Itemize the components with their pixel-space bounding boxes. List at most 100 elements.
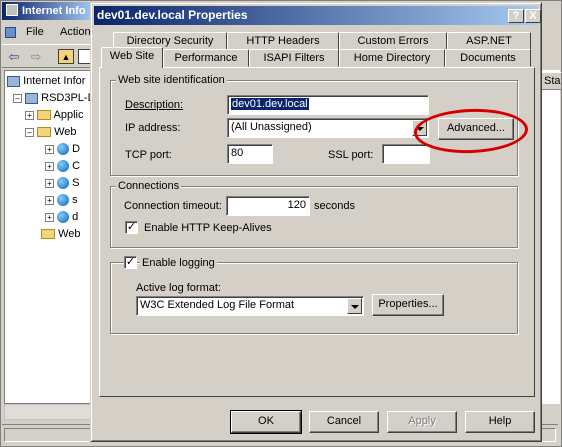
chevron-down-icon[interactable] [412,120,427,136]
menu-file-icon [5,27,16,38]
log-properties-button[interactable]: Properties... [372,294,444,316]
globe-icon [57,143,70,156]
log-format-select[interactable]: W3C Extended Log File Format [136,296,364,316]
log-format-value: W3C Extended Log File Format [140,299,295,311]
description-field[interactable]: dev01.dev.local [227,95,429,115]
apply-label: Apply [408,415,436,427]
tab-documents[interactable]: Documents [445,49,531,67]
menu-action[interactable]: Action [60,26,91,38]
tree-item-label: Applic [53,109,84,121]
tab-performance[interactable]: Performance [163,49,249,67]
menu-file[interactable]: File [26,26,44,38]
tree-item-web-ext[interactable]: Web [41,226,80,242]
help-title-button[interactable]: ? [508,9,524,23]
folder-icon [41,229,55,240]
up-folder-icon[interactable]: ▲ [58,49,74,64]
tree-item-label: C [72,160,81,172]
description-label-text: Description: [125,99,184,111]
ssl-port-field[interactable] [382,144,430,164]
server-icon [25,92,39,104]
description-value: dev01.dev.local [231,98,309,110]
expand-icon[interactable]: + [45,144,54,154]
advanced-button[interactable]: Advanced... [438,118,514,140]
tab-label: Performance [174,52,238,64]
chevron-down-icon[interactable] [347,298,362,314]
connection-timeout-field[interactable]: 120 [226,196,310,216]
expand-icon[interactable]: + [45,161,54,171]
tab-isapi-filters[interactable]: ISAPI Filters [249,49,339,67]
forward-arrow-icon[interactable]: ⇨ [28,49,44,64]
properties-dialog: dev01.dev.local Properties ? X Directory… [90,2,542,442]
iis-tree-view: Internet Infor – RSD3PL-D + Applic – Web… [4,70,92,404]
tab-label: Documents [460,52,516,64]
tcp-port-label: TCP port: [125,149,172,161]
iis-manager-title: Internet Info [22,5,86,17]
dialog-title: dev01.dev.local Properties [97,8,248,22]
iis-menubar: File Action [2,22,92,42]
globe-icon [57,211,70,224]
tree-item-label: D [72,143,81,155]
tree-item-site-dev01[interactable]: + d [45,209,78,225]
back-arrow-icon[interactable]: ⇦ [6,49,22,64]
help-button[interactable]: Help [465,411,535,433]
expand-icon[interactable]: + [45,195,54,205]
globe-icon [57,160,70,173]
tab-web-site[interactable]: Web Site [101,47,163,68]
tab-http-headers[interactable]: HTTP Headers [227,32,339,50]
globe-icon [57,194,70,207]
tab-custom-errors[interactable]: Custom Errors [339,32,447,50]
collapse-icon[interactable]: – [25,127,34,137]
enable-logging-label: Enable logging [140,257,217,269]
tab-label: Custom Errors [357,35,429,47]
connections-group-label: Connections [116,180,182,192]
tab-home-directory[interactable]: Home Directory [339,49,445,67]
cancel-button[interactable]: Cancel [309,411,379,433]
folder-open-icon [37,127,52,138]
dialog-titlebar: dev01.dev.local Properties ? X [94,6,541,25]
tree-item-label: Internet Infor [23,75,86,87]
tree-item-label: S [72,177,80,189]
expand-icon[interactable]: + [45,178,54,188]
tab-asp-net[interactable]: ASP.NET [447,32,531,50]
tab-label: ISAPI Filters [263,52,325,64]
description-label: Description: [125,99,183,111]
ip-address-value: (All Unassigned) [231,121,312,133]
ip-address-label: IP address: [125,122,181,134]
expand-icon[interactable]: + [45,212,54,222]
connections-group [110,186,518,248]
keepalive-label: Enable HTTP Keep-Alives [144,222,272,234]
tcp-port-field[interactable]: 80 [227,144,273,164]
tree-item-label: d [72,211,79,223]
apply-button[interactable]: Apply [387,411,457,433]
tree-item-site-d[interactable]: + D [45,141,80,157]
tree-item-site-s[interactable]: + S [45,175,79,191]
tree-item-iis-root[interactable]: Internet Infor [7,73,85,89]
enable-logging-checkbox[interactable]: ✓ [124,256,137,269]
tree-item-label: Web [58,228,81,240]
identification-group-label: Web site identification [116,74,227,86]
tree-item-app-pools[interactable]: + Applic [25,107,83,123]
collapse-icon[interactable]: – [13,93,22,103]
mmc-app-icon [6,4,18,16]
web-site-tab-panel: Web site identification Description: dev… [99,67,535,397]
tree-item-label: RSD3PL-D [41,92,92,104]
iis-manager-titlebar: Internet Info [2,2,94,20]
close-button[interactable]: X [525,9,541,23]
tree-item-site-c[interactable]: + C [45,158,80,174]
details-column-header[interactable]: Sta [540,72,562,90]
tree-horizontal-scrollbar[interactable] [4,404,92,420]
tab-label: Web Site [109,50,155,62]
tree-item-site-s2[interactable]: + s [45,192,78,208]
ok-button[interactable]: OK [230,410,302,434]
log-format-label: Active log format: [136,282,221,294]
tree-item-label: s [72,194,78,206]
tab-label: Home Directory [353,52,431,64]
ip-address-select[interactable]: (All Unassigned) [227,118,429,138]
keepalive-checkbox[interactable]: ✓ [125,221,138,234]
tab-label: Directory Security [126,35,214,47]
tree-item-label: Web [54,126,77,138]
details-pane [540,70,560,404]
tree-item-web-sites[interactable]: – Web [25,124,77,140]
expand-icon[interactable]: + [25,110,34,120]
tree-item-server[interactable]: – RSD3PL-D [13,90,92,106]
